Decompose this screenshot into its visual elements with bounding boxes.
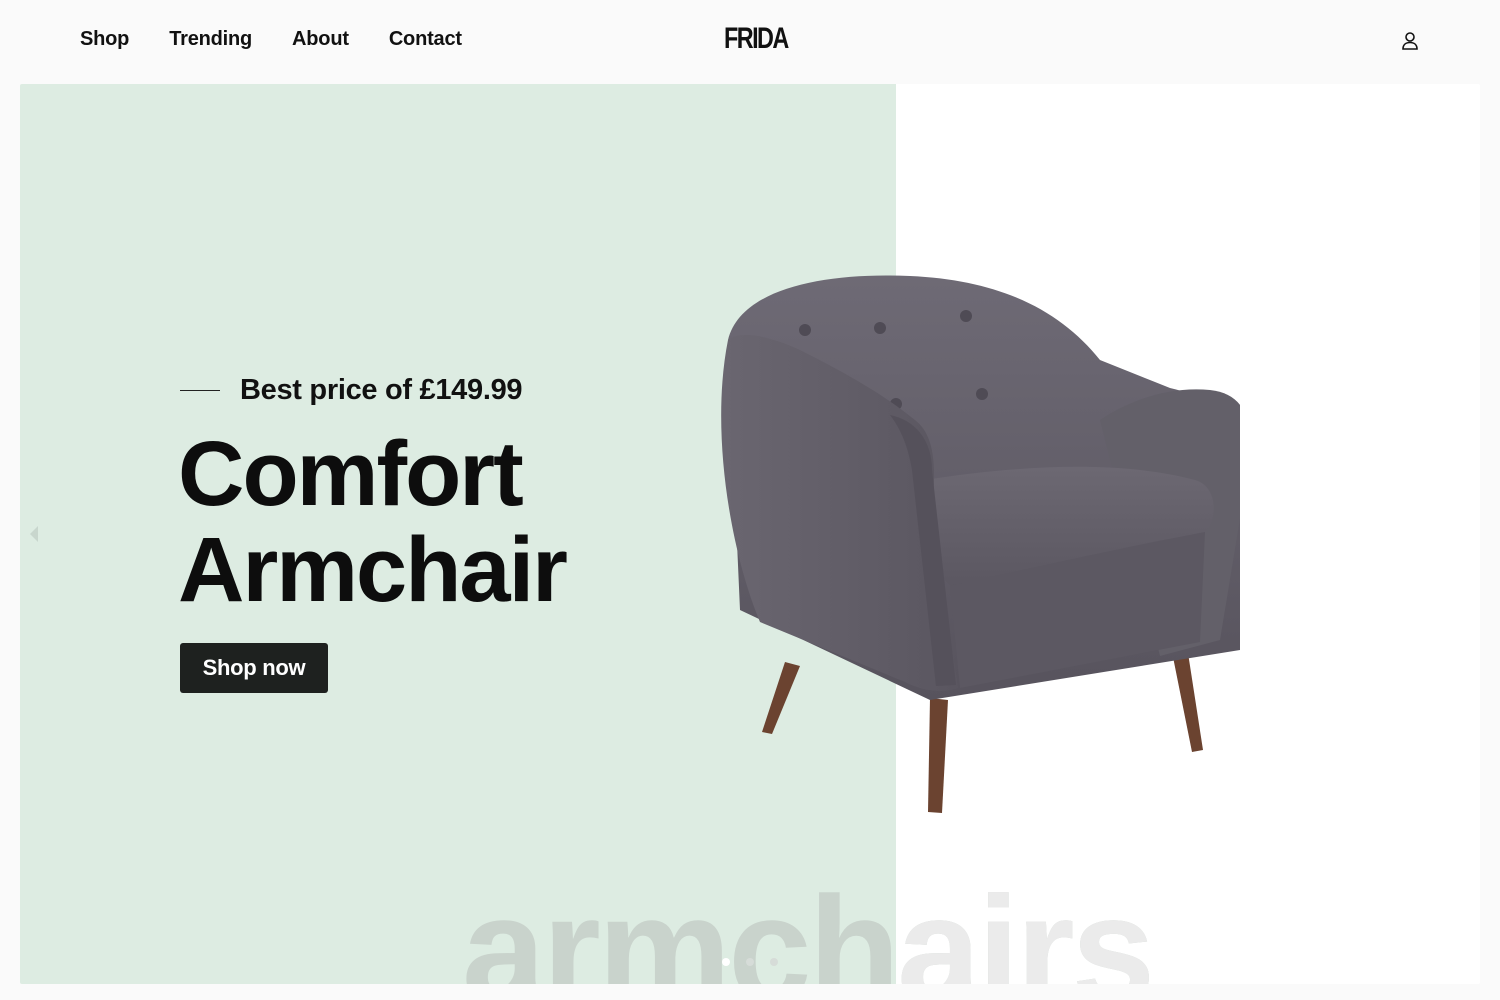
nav-trending[interactable]: Trending — [169, 28, 252, 51]
site-header: Shop Trending About Contact FRIDA — [0, 0, 1500, 84]
hero-title-line-2: Armchair — [178, 519, 568, 621]
slide-dot-3[interactable] — [770, 958, 778, 966]
brand-logo[interactable]: FRIDA — [724, 22, 789, 56]
chevron-left-icon[interactable] — [30, 526, 38, 542]
hero-background-word-overlay: armchairs — [896, 865, 1155, 984]
shop-now-button[interactable]: Shop now — [180, 643, 328, 693]
hero-slider: armchairs armchairs Best price of £149.9… — [20, 84, 1480, 984]
slide-dot-1[interactable] — [722, 958, 730, 966]
price-text: Best price of £149.99 — [240, 374, 523, 406]
nav-contact[interactable]: Contact — [389, 28, 462, 51]
hero-title-line-1: Comfort — [178, 423, 524, 525]
slider-pagination — [722, 958, 778, 966]
hero-title: Comfort Armchair — [178, 423, 568, 621]
eyebrow-divider — [180, 390, 220, 391]
slide-dot-2[interactable] — [746, 958, 754, 966]
nav-about[interactable]: About — [292, 28, 349, 51]
main-nav: Shop Trending About Contact — [80, 28, 462, 51]
user-icon[interactable] — [1398, 29, 1422, 53]
price-eyebrow: Best price of £149.99 — [180, 374, 523, 407]
nav-shop[interactable]: Shop — [80, 28, 129, 51]
armchair-image — [721, 275, 1240, 813]
